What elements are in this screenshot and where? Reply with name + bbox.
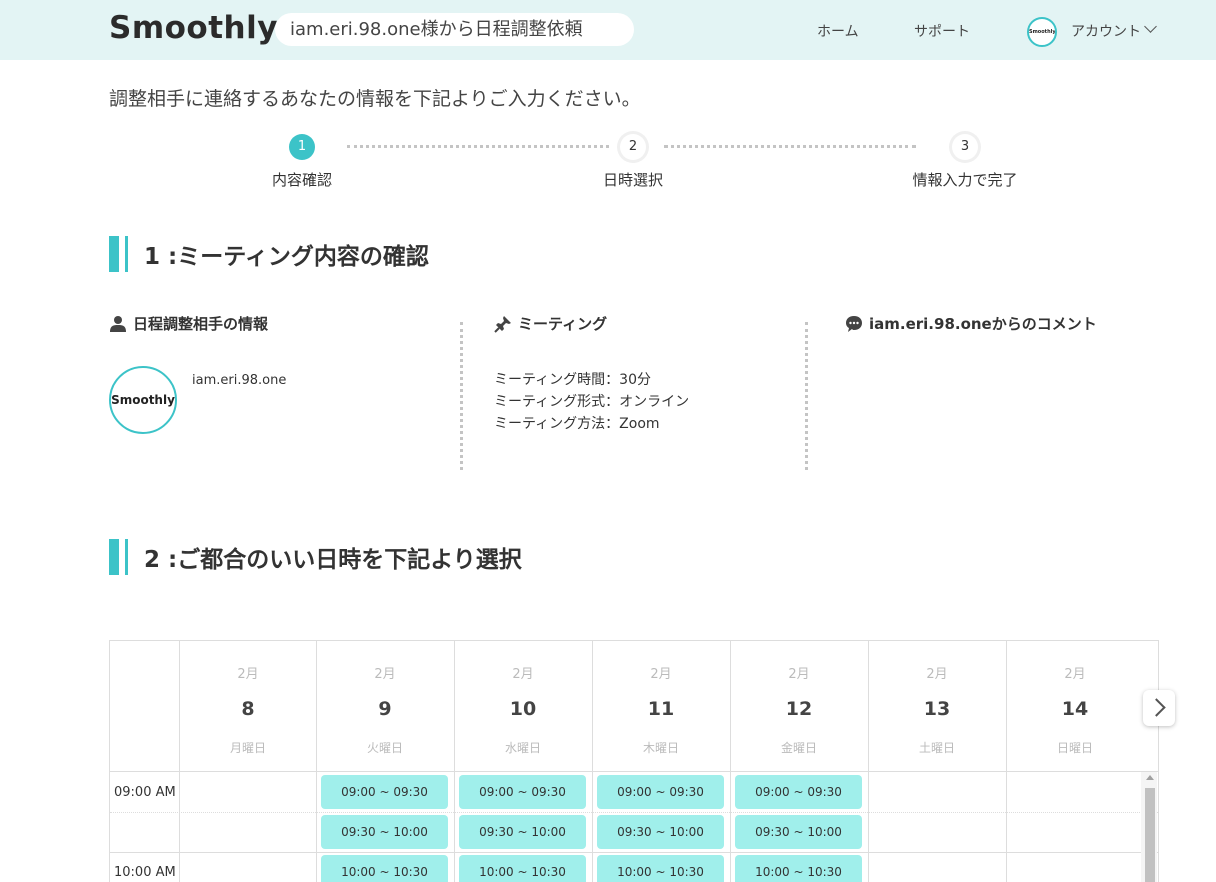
day-date: 9 (378, 698, 392, 720)
day-header: 2月 14 日曜日 (1006, 641, 1144, 771)
meeting-heading: ミーティング (494, 313, 607, 334)
day-month: 2月 (650, 667, 672, 682)
day-month: 2月 (788, 667, 810, 682)
page-instruction: 調整相手に連絡するあなたの情報を下記よりご入力ください。 (109, 88, 641, 110)
next-week-button[interactable] (1143, 690, 1175, 726)
partner-avatar: Smoothly (109, 366, 177, 434)
app-logo[interactable]: Smoothly (109, 10, 278, 46)
calendar-grid: 2月 8 月曜日 2月 9 火曜日 2月 10 水曜日 2月 11 木曜日 2月… (109, 640, 1159, 882)
step-connector (347, 145, 609, 148)
meeting-duration: ミーティング時間：30分 (494, 372, 651, 388)
day-weekday: 火曜日 (366, 741, 403, 755)
partner-info-label: 日程調整相手の情報 (133, 315, 269, 333)
day-date: 10 (509, 698, 537, 720)
comment-heading: iam.eri.98.oneからのコメント (845, 313, 1097, 334)
time-label: 09:00 AM (114, 785, 176, 800)
column-divider (805, 322, 808, 470)
day-header: 2月 13 土曜日 (868, 641, 1006, 771)
day-header: 2月 9 火曜日 (316, 641, 454, 771)
day-weekday: 金曜日 (780, 741, 817, 755)
heading-accent-bar (109, 236, 119, 272)
calendar-row-line (110, 852, 1158, 853)
day-weekday: 水曜日 (504, 741, 541, 755)
time-slot-button[interactable]: 10:00 ~ 10:30 (321, 855, 448, 882)
day-header: 2月 10 水曜日 (454, 641, 592, 771)
day-month: 2月 (926, 667, 948, 682)
day-date: 13 (923, 698, 951, 720)
time-slot-button[interactable]: 10:00 ~ 10:30 (597, 855, 724, 882)
step-3-circle: 3 (952, 134, 978, 160)
step-2-label: 日時選択 (602, 171, 663, 189)
column-divider (460, 322, 463, 470)
nav-support-link[interactable]: サポート (914, 21, 970, 41)
step-connector (664, 145, 916, 148)
day-header: 2月 12 金曜日 (730, 641, 868, 771)
day-weekday: 土曜日 (918, 741, 955, 755)
partner-name: iam.eri.98.one (192, 373, 287, 388)
day-month: 2月 (512, 667, 534, 682)
account-avatar[interactable]: Smoothly (1027, 17, 1057, 47)
section-2-heading: 2 :ご都合のいい日時を下記より選択 (109, 539, 522, 575)
step-3-label: 情報入力で完了 (912, 171, 1018, 189)
chat-bubble-icon (846, 315, 862, 332)
time-label: 10:00 AM (114, 865, 176, 880)
day-header: 2月 11 木曜日 (592, 641, 730, 771)
scroll-up-arrow-icon[interactable] (1146, 775, 1154, 780)
time-slot-button[interactable]: 09:30 ~ 10:00 (459, 815, 586, 849)
time-slot-button[interactable]: 09:30 ~ 10:00 (735, 815, 862, 849)
time-slot-button[interactable]: 09:00 ~ 09:30 (597, 775, 724, 809)
time-slot-button[interactable]: 09:00 ~ 09:30 (321, 775, 448, 809)
step-1-label: 内容確認 (271, 171, 332, 189)
calendar-row-line (110, 771, 1158, 772)
step-1-circle: 1 (289, 134, 315, 160)
pushpin-icon (494, 315, 511, 333)
time-slot-button[interactable]: 09:00 ~ 09:30 (459, 775, 586, 809)
time-slot-button[interactable]: 10:00 ~ 10:30 (459, 855, 586, 882)
meeting-method: ミーティング方法：Zoom (494, 416, 660, 432)
day-weekday: 日曜日 (1056, 741, 1093, 755)
top-header: Smoothly iam.eri.98.one様から日程調整依頼 ホーム サポー… (0, 0, 1216, 60)
comment-heading-label: iam.eri.98.oneからのコメント (869, 315, 1097, 333)
heading-accent-line (125, 236, 128, 272)
day-month: 2月 (1064, 667, 1086, 682)
partner-info-heading: 日程調整相手の情報 (109, 313, 268, 334)
calendar-row-line (110, 812, 1158, 813)
day-month: 2月 (374, 667, 396, 682)
nav-account-menu[interactable]: アカウント (1071, 21, 1141, 41)
day-month: 2月 (237, 667, 259, 682)
time-slot-button[interactable]: 10:00 ~ 10:30 (735, 855, 862, 882)
day-date: 11 (647, 698, 675, 720)
time-slot-button[interactable]: 09:00 ~ 09:30 (735, 775, 862, 809)
section-1-heading: 1 :ミーティング内容の確認 (109, 236, 429, 272)
section-1-title: 1 :ミーティング内容の確認 (144, 244, 429, 270)
day-date: 8 (241, 698, 255, 720)
chevron-down-icon[interactable] (1144, 20, 1157, 33)
day-weekday: 月曜日 (229, 741, 266, 755)
heading-accent-bar (109, 539, 119, 575)
heading-accent-line (125, 539, 128, 575)
meeting-format: ミーティング形式：オンライン (494, 394, 690, 410)
day-date: 12 (785, 698, 813, 720)
day-header: 2月 8 月曜日 (179, 641, 317, 771)
calendar-scrollbar-thumb[interactable] (1145, 788, 1155, 882)
chevron-right-icon (1147, 698, 1166, 717)
time-slot-button[interactable]: 09:30 ~ 10:00 (597, 815, 724, 849)
section-2-title: 2 :ご都合のいい日時を下記より選択 (144, 547, 522, 573)
day-weekday: 木曜日 (642, 741, 679, 755)
nav-home-link[interactable]: ホーム (817, 21, 859, 41)
step-2-circle: 2 (620, 134, 646, 160)
person-icon (110, 315, 126, 332)
time-slot-button[interactable]: 09:30 ~ 10:00 (321, 815, 448, 849)
day-date: 14 (1061, 698, 1089, 720)
meeting-heading-label: ミーティング (518, 315, 608, 333)
request-title-pill: iam.eri.98.one様から日程調整依頼 (275, 13, 634, 46)
